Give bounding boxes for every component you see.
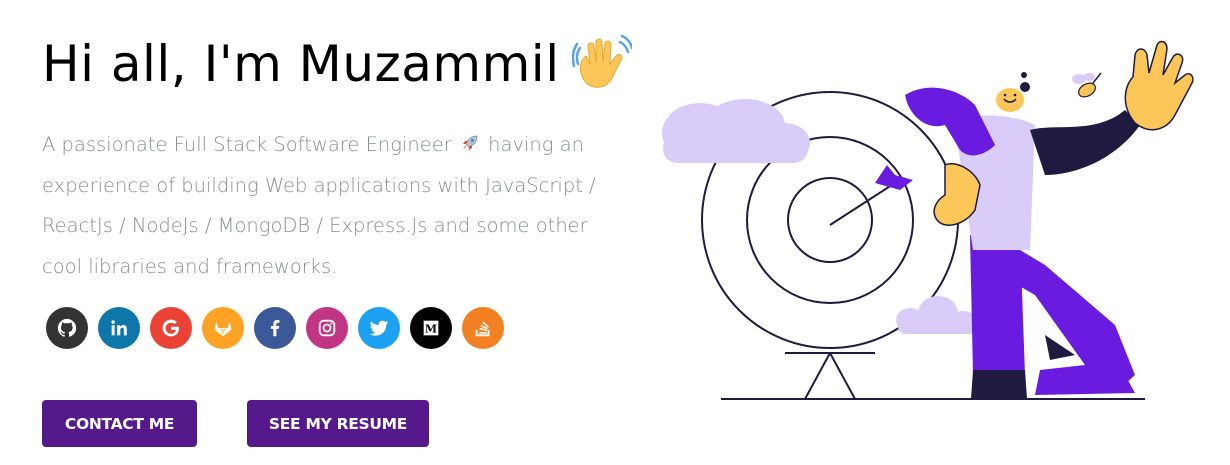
twitter-link[interactable] (358, 307, 400, 349)
target-stand (785, 352, 875, 400)
google-link[interactable] (150, 307, 192, 349)
cloud-top-left (662, 99, 810, 163)
google-icon (162, 319, 180, 337)
github-icon (57, 318, 77, 337)
instagram-link[interactable] (306, 307, 348, 349)
github-link[interactable] (46, 307, 88, 349)
medium-icon: M (423, 320, 439, 336)
contact-me-button[interactable]: CONTACT ME (42, 400, 197, 447)
gitlab-icon (214, 321, 232, 337)
character-illustration (905, 40, 1194, 399)
linkedin-link[interactable] (98, 307, 140, 349)
twitter-icon (369, 320, 389, 336)
stackoverflow-icon (475, 321, 490, 337)
cloud-bottom (896, 296, 980, 334)
stackoverflow-link[interactable] (462, 307, 504, 349)
waving-hand-icon (571, 34, 633, 94)
intro-text-start: A passionate Full Stack Software Enginee… (42, 133, 452, 156)
see-my-resume-button[interactable]: SEE MY RESUME (247, 400, 429, 447)
hero-illustration (662, 40, 1194, 400)
facebook-icon (270, 320, 280, 337)
rocket-icon (460, 127, 480, 150)
bee-icon (1072, 72, 1102, 98)
greeting-title: Hi all, I'm Muzammil (42, 34, 633, 94)
svg-text:M: M (425, 323, 437, 336)
intro-paragraph: A passionate Full Stack Software Enginee… (42, 125, 627, 287)
gitlab-link[interactable] (202, 307, 244, 349)
greeting-text: Hi all, I'm Muzammil (42, 35, 560, 93)
facebook-link[interactable] (254, 307, 296, 349)
social-links: M (46, 307, 504, 349)
medium-link[interactable]: M (410, 307, 452, 349)
instagram-icon (318, 319, 336, 337)
linkedin-icon (111, 320, 127, 336)
